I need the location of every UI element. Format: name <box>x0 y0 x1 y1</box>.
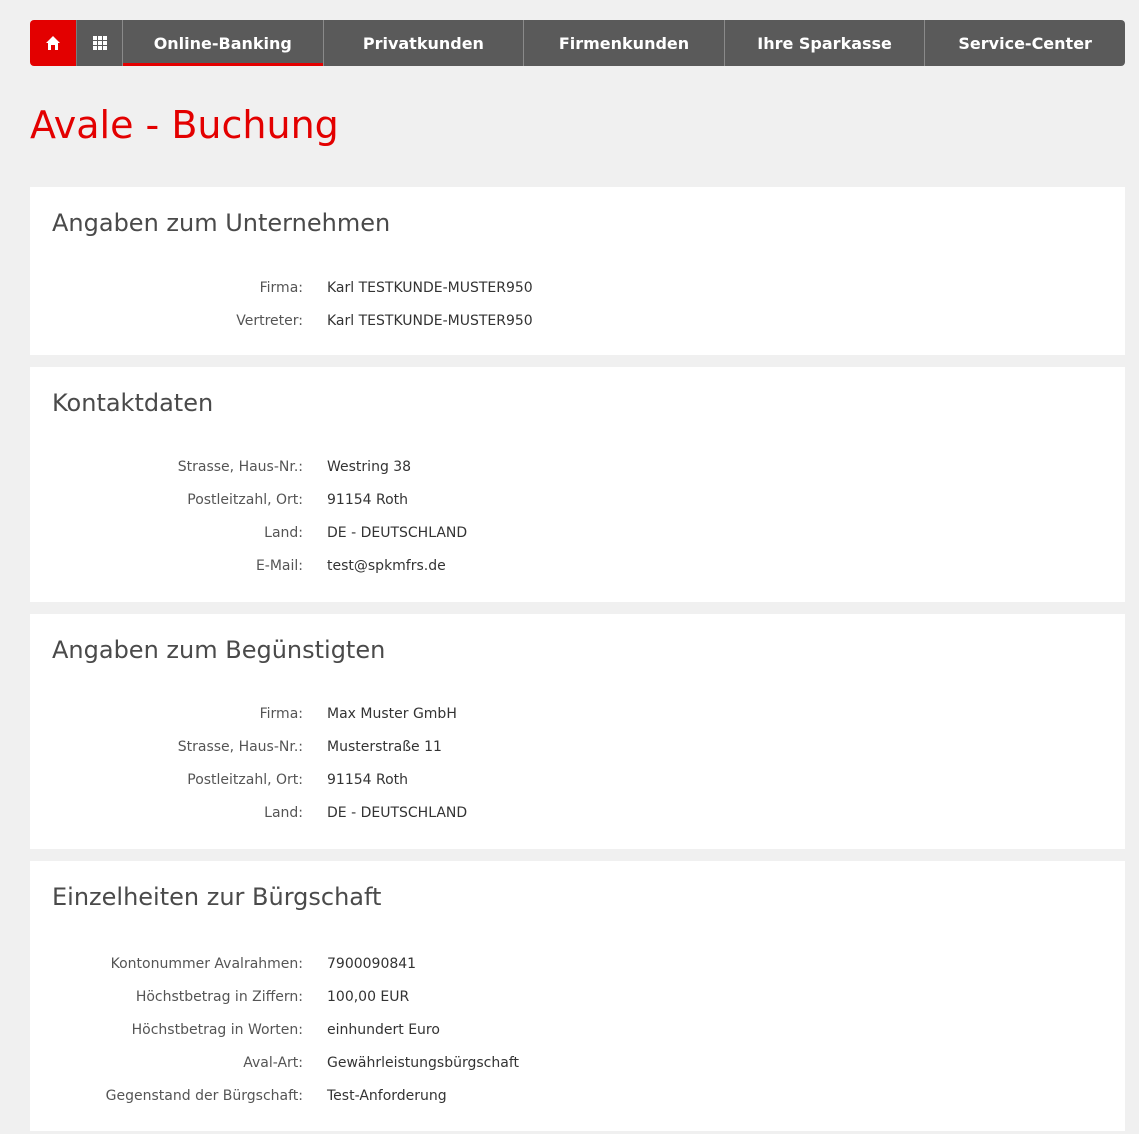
detail-label: Höchstbetrag in Worten: <box>131 1021 303 1038</box>
home-icon <box>46 36 60 50</box>
detail-row: Höchstbetrag in Ziffern: 100,00 EUR <box>30 980 1125 1013</box>
detail-row: Aval-Art: Gewährleistungsbürgschaft <box>30 1046 1125 1079</box>
detail-label: Strasse, Haus-Nr.: <box>177 458 303 475</box>
detail-value: Musterstraße 11 <box>327 738 442 755</box>
detail-row: Kontonummer Avalrahmen: 7900090841 <box>30 947 1125 980</box>
detail-value: Test-Anforderung <box>327 1087 447 1104</box>
detail-row: Vertreter: Karl TESTKUNDE-MUSTER950 <box>30 304 1125 337</box>
detail-label: Vertreter: <box>236 312 303 329</box>
detail-value: 100,00 EUR <box>327 988 410 1005</box>
detail-label: Land: <box>264 524 303 541</box>
panel-beguenstigter: Angaben zum Begünstigten Firma: Max Must… <box>30 614 1125 849</box>
detail-label: Firma: <box>259 279 303 296</box>
detail-row: Strasse, Haus-Nr.: Musterstraße 11 <box>30 730 1125 763</box>
detail-label: Land: <box>264 804 303 821</box>
panel-heading: Angaben zum Unternehmen <box>52 209 391 237</box>
detail-row: Höchstbetrag in Worten: einhundert Euro <box>30 1013 1125 1046</box>
detail-label: Postleitzahl, Ort: <box>187 491 303 508</box>
detail-label: Strasse, Haus-Nr.: <box>177 738 303 755</box>
detail-value[interactable]: test@spkmfrs.de <box>327 558 446 574</box>
nav-online-banking[interactable]: Online-Banking <box>122 20 323 66</box>
detail-label: Aval-Art: <box>243 1054 303 1071</box>
detail-row: Postleitzahl, Ort: 91154 Roth <box>30 763 1125 796</box>
home-button[interactable] <box>30 20 76 66</box>
panel-unternehmen: Angaben zum Unternehmen Firma: Karl TEST… <box>30 187 1125 355</box>
panel-heading: Angaben zum Begünstigten <box>52 636 386 664</box>
detail-value: Gewährleistungsbürgschaft <box>327 1054 519 1071</box>
panel-heading: Einzelheiten zur Bürgschaft <box>52 883 382 911</box>
detail-value: DE - DEUTSCHLAND <box>327 804 468 821</box>
detail-value: Karl TESTKUNDE-MUSTER950 <box>327 279 533 296</box>
panel-buergschaft: Einzelheiten zur Bürgschaft Kontonummer … <box>30 861 1125 1131</box>
detail-list: Kontonummer Avalrahmen: 7900090841 Höchs… <box>30 947 1125 1112</box>
nav-firmenkunden[interactable]: Firmenkunden <box>523 20 724 66</box>
detail-label: Höchstbetrag in Ziffern: <box>135 988 303 1005</box>
apps-button[interactable] <box>76 20 122 66</box>
detail-value: Max Muster GmbH <box>327 705 457 722</box>
detail-value: 91154 Roth <box>327 491 409 508</box>
detail-label: Kontonummer Avalrahmen: <box>110 955 303 972</box>
detail-value: Karl TESTKUNDE-MUSTER950 <box>327 312 533 329</box>
detail-list: Firma: Max Muster GmbH Strasse, Haus-Nr.… <box>30 697 1125 829</box>
nav-privatkunden[interactable]: Privatkunden <box>322 20 524 66</box>
detail-list: Firma: Karl TESTKUNDE-MUSTER950 Vertrete… <box>30 271 1125 337</box>
detail-label: Gegenstand der Bürgschaft: <box>105 1087 303 1104</box>
detail-label: E-Mail: <box>255 557 303 574</box>
detail-row: Gegenstand der Bürgschaft: Test-Anforder… <box>30 1079 1125 1112</box>
detail-row: Land: DE - DEUTSCHLAND <box>30 516 1125 549</box>
page-title: Avale - Buchung <box>30 103 339 147</box>
detail-row: Land: DE - DEUTSCHLAND <box>30 796 1125 829</box>
detail-value: Westring 38 <box>327 458 412 475</box>
detail-row: Firma: Max Muster GmbH <box>30 697 1125 730</box>
detail-row: Firma: Karl TESTKUNDE-MUSTER950 <box>30 271 1125 304</box>
detail-row: Strasse, Haus-Nr.: Westring 38 <box>30 450 1125 483</box>
panel-kontaktdaten: Kontaktdaten Strasse, Haus-Nr.: Westring… <box>30 367 1125 602</box>
detail-label: Firma: <box>259 705 303 722</box>
nav-ihre-sparkasse[interactable]: Ihre Sparkasse <box>723 20 925 66</box>
grid-icon <box>92 36 107 50</box>
detail-list: Strasse, Haus-Nr.: Westring 38 Postleitz… <box>30 450 1125 582</box>
panel-heading: Kontaktdaten <box>52 389 214 417</box>
detail-value: 91154 Roth <box>327 771 409 788</box>
detail-row: E-Mail: test@spkmfrs.de <box>30 549 1125 582</box>
top-navigation: Online-Banking Privatkunden Firmenkunden… <box>30 20 1125 66</box>
detail-label: Postleitzahl, Ort: <box>187 771 303 788</box>
detail-value: einhundert Euro <box>327 1021 440 1038</box>
detail-value: 7900090841 <box>327 955 417 972</box>
detail-row: Postleitzahl, Ort: 91154 Roth <box>30 483 1125 516</box>
nav-service-center[interactable]: Service-Center <box>924 20 1125 66</box>
detail-value: DE - DEUTSCHLAND <box>327 524 468 541</box>
